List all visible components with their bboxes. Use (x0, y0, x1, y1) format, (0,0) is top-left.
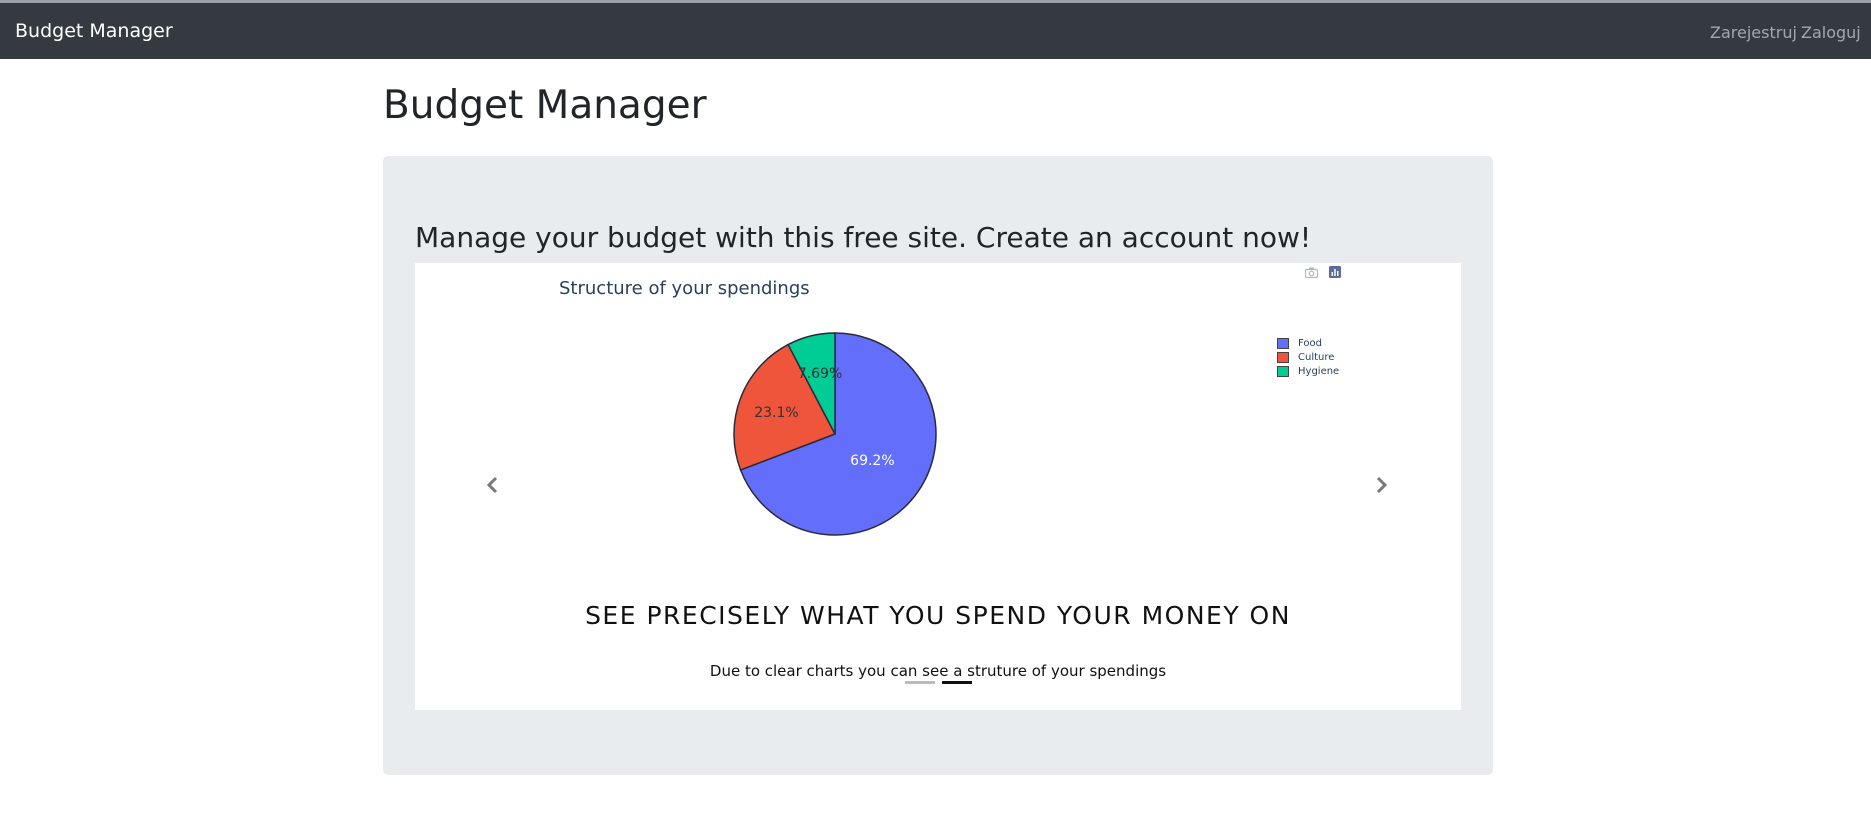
page-title: Budget Manager (383, 83, 707, 128)
legend-label: Culture (1298, 351, 1335, 363)
legend-swatch (1277, 337, 1289, 349)
legend-label: Food (1298, 337, 1322, 349)
chevron-left-icon (486, 476, 498, 494)
pie-label-hygiene: 7.69% (798, 366, 842, 382)
pie-chart: 69.2% 23.1% 7.69% (733, 332, 937, 536)
legend-label: Hygiene (1298, 365, 1340, 377)
carousel-next-button[interactable] (1375, 475, 1389, 501)
legend-item-food[interactable]: Food (1277, 336, 1339, 350)
navbar-brand[interactable]: Budget Manager (15, 20, 173, 42)
lead-heading: Manage your budget with this free site. … (415, 221, 1312, 254)
navbar: Budget Manager Zarejestruj Zaloguj (0, 3, 1871, 59)
jumbotron: Manage your budget with this free site. … (383, 156, 1493, 775)
chevron-right-icon (1376, 476, 1388, 494)
register-link[interactable]: Zarejestruj (1710, 23, 1797, 42)
carousel-indicators (905, 681, 979, 684)
carousel-indicator-2[interactable] (942, 681, 972, 684)
pie-label-culture: 23.1% (754, 405, 798, 421)
carousel: Structure of your spendings 69.2% 23.1% 7.… (415, 263, 1461, 710)
carousel-caption-heading: SEE PRECISELY WHAT YOU SPEND YOUR MONEY … (585, 601, 1291, 630)
login-link[interactable]: Zaloguj (1801, 23, 1861, 42)
carousel-indicator-1[interactable] (905, 681, 935, 684)
legend-swatch (1277, 351, 1289, 363)
carousel-caption-text: Due to clear charts you can see a strutu… (709, 662, 1167, 680)
carousel-prev-button[interactable] (485, 475, 499, 501)
legend-swatch (1277, 365, 1289, 377)
pie-label-food: 69.2% (850, 453, 894, 469)
legend-item-hygiene[interactable]: Hygiene (1277, 364, 1339, 378)
legend-item-culture[interactable]: Culture (1277, 350, 1339, 364)
chart-legend: Food Culture Hygiene (1277, 336, 1339, 378)
